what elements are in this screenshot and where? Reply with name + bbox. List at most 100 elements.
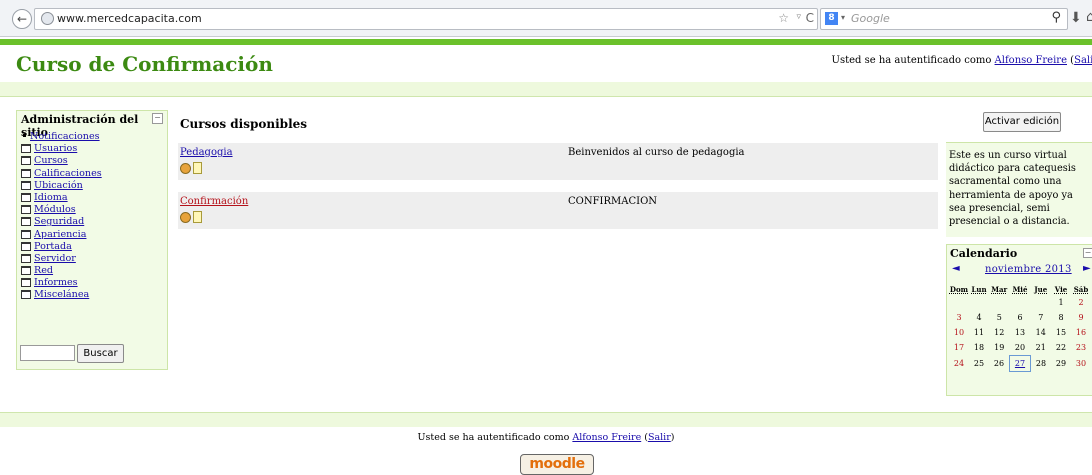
history-dropdown-icon[interactable]: ▿ bbox=[796, 12, 801, 22]
guest-access-icon bbox=[180, 163, 191, 174]
user-profile-link[interactable]: Alfonso Freire bbox=[995, 55, 1067, 66]
course-link-pedagogia[interactable]: Pedagogia bbox=[180, 147, 233, 158]
folder-icon bbox=[21, 217, 31, 227]
admin-item-label[interactable]: Miscelánea bbox=[34, 289, 89, 300]
calendar-day bbox=[949, 295, 969, 310]
admin-item-cursos[interactable]: Cursos bbox=[21, 155, 102, 167]
admin-item-label[interactable]: Usuarios bbox=[34, 143, 77, 154]
admin-search-input[interactable] bbox=[20, 345, 75, 361]
admin-item-label[interactable]: Calificaciones bbox=[34, 168, 102, 179]
admin-item-servidor[interactable]: Servidor bbox=[21, 253, 102, 265]
admin-item-calificaciones[interactable]: Calificaciones bbox=[21, 168, 102, 180]
footer-login-info: Usted se ha autentificado como Alfonso F… bbox=[0, 432, 1092, 443]
calendar-day: 4 bbox=[976, 313, 982, 322]
site-admin-block: Administración del sitio − Notificacione… bbox=[16, 110, 168, 370]
site-admin-header: Administración del sitio − bbox=[17, 111, 167, 139]
logout-link[interactable]: Salir bbox=[1074, 55, 1092, 66]
admin-item-label[interactable]: Apariencia bbox=[34, 229, 86, 240]
back-button[interactable]: ← bbox=[12, 9, 32, 29]
prev-month-icon[interactable]: ◄ bbox=[952, 263, 960, 274]
calendar-days: 1 2 3 4 5 6 7 8 9 10 11 12 13 14 15 16 17 18 19 20 21 22 23 24 2… bbox=[949, 295, 1091, 372]
calendar-month-link[interactable]: noviembre 2013 bbox=[985, 264, 1072, 275]
navigation-bar bbox=[0, 82, 1092, 97]
bookmark-star-icon[interactable]: ☆ bbox=[778, 11, 789, 25]
admin-item-modulos[interactable]: Módulos bbox=[21, 204, 102, 216]
admin-item-label[interactable]: Servidor bbox=[34, 253, 76, 264]
admin-item-miscelanea[interactable]: Miscelánea bbox=[21, 289, 102, 301]
calendar-day: 12 bbox=[994, 328, 1005, 337]
admin-item-label[interactable]: Notificaciones bbox=[30, 131, 100, 142]
admin-item-label[interactable]: Cursos bbox=[34, 155, 68, 166]
collapse-icon[interactable]: − bbox=[152, 113, 163, 124]
admin-item-portada[interactable]: Portada bbox=[21, 241, 102, 253]
admin-item-label[interactable]: Idioma bbox=[34, 192, 68, 203]
calendar-day: 22 bbox=[1055, 343, 1067, 353]
search-icon[interactable]: ⚲ bbox=[1051, 10, 1061, 25]
folder-icon bbox=[21, 266, 31, 276]
login-info: Usted se ha autentificado como Alfonso F… bbox=[832, 55, 1092, 66]
calendar-day: 10 bbox=[953, 328, 965, 337]
next-month-icon[interactable]: ► bbox=[1083, 263, 1091, 274]
google-icon[interactable]: 8 bbox=[825, 12, 838, 25]
folder-icon bbox=[21, 205, 31, 215]
home-icon[interactable]: ⌂ bbox=[1086, 9, 1092, 25]
calendar-day: 5 bbox=[996, 313, 1002, 322]
calendar-day: 6 bbox=[1017, 313, 1023, 322]
weekday-header: Jue bbox=[1034, 284, 1048, 294]
calendar-day bbox=[989, 295, 1010, 310]
user-profile-link[interactable]: Alfonso Freire bbox=[572, 432, 641, 443]
folder-icon bbox=[21, 229, 31, 239]
address-bar[interactable]: www.mercedcapacita.com ☆ ▿ C bbox=[34, 8, 818, 30]
admin-item-label[interactable]: Portada bbox=[34, 241, 72, 252]
course-info-icon[interactable] bbox=[193, 162, 202, 174]
login-prefix: Usted se ha autentificado como bbox=[831, 55, 995, 66]
moodle-logo[interactable]: moodle bbox=[520, 454, 594, 475]
folder-icon bbox=[21, 290, 31, 300]
enable-editing-button[interactable]: Activar edición bbox=[983, 112, 1061, 132]
calendar-day[interactable]: 27 bbox=[1009, 355, 1031, 372]
calendar-week: 17 18 19 20 21 22 23 bbox=[949, 340, 1091, 356]
folder-icon bbox=[21, 278, 31, 288]
admin-item-notificaciones[interactable]: Notificaciones bbox=[21, 131, 102, 143]
download-icon[interactable]: ⬇ bbox=[1070, 10, 1082, 26]
calendar-day: 13 bbox=[1014, 328, 1026, 337]
collapse-icon[interactable]: − bbox=[1083, 248, 1092, 258]
admin-item-label[interactable]: Ubicación bbox=[34, 180, 83, 191]
admin-item-label[interactable]: Informes bbox=[34, 277, 78, 288]
admin-item-apariencia[interactable]: Apariencia bbox=[21, 229, 102, 241]
reload-icon[interactable]: C bbox=[806, 11, 814, 25]
calendar-day: 18 bbox=[973, 343, 985, 353]
admin-search-button[interactable]: Buscar bbox=[77, 344, 124, 363]
admin-item-label[interactable]: Seguridad bbox=[34, 216, 84, 227]
admin-item-ubicacion[interactable]: Ubicación bbox=[21, 180, 102, 192]
calendar-day bbox=[1031, 295, 1052, 310]
folder-icon bbox=[21, 180, 31, 190]
logout-link[interactable]: Salir bbox=[648, 432, 671, 443]
site-title: Curso de Confirmación bbox=[16, 52, 273, 76]
browser-search-box[interactable]: 8 ▾ Google ⚲ bbox=[820, 8, 1068, 30]
admin-item-informes[interactable]: Informes bbox=[21, 277, 102, 289]
url-text[interactable]: www.mercedcapacita.com bbox=[57, 12, 202, 25]
admin-item-idioma[interactable]: Idioma bbox=[21, 192, 102, 204]
today-link[interactable]: 27 bbox=[1015, 359, 1025, 368]
admin-item-seguridad[interactable]: Seguridad bbox=[21, 216, 102, 228]
calendar-title: Calendario bbox=[950, 247, 1018, 260]
admin-item-red[interactable]: Red bbox=[21, 265, 102, 277]
admin-item-label[interactable]: Red bbox=[34, 265, 53, 276]
calendar-day: 21 bbox=[1035, 343, 1046, 353]
course-info-icon[interactable] bbox=[193, 211, 202, 223]
course-description-block: Este es un curso virtual didáctico para … bbox=[946, 142, 1092, 237]
login-prefix: Usted se ha autentificado como bbox=[417, 432, 573, 443]
folder-icon bbox=[21, 253, 31, 263]
calendar-day bbox=[969, 295, 989, 310]
course-link-confirmacion[interactable]: Confirmación bbox=[180, 196, 248, 207]
admin-item-label[interactable]: Módulos bbox=[34, 204, 76, 215]
folder-icon bbox=[21, 144, 31, 154]
weekday-header: Mar bbox=[991, 284, 1008, 294]
browser-toolbar: ← www.mercedcapacita.com ☆ ▿ C 8 ▾ Googl… bbox=[0, 0, 1092, 37]
search-placeholder[interactable]: Google bbox=[851, 12, 890, 25]
folder-icon bbox=[21, 241, 31, 251]
admin-item-usuarios[interactable]: Usuarios bbox=[21, 143, 102, 155]
calendar-day: 30 bbox=[1075, 359, 1087, 368]
search-engine-dropdown-icon[interactable]: ▾ bbox=[841, 13, 845, 22]
